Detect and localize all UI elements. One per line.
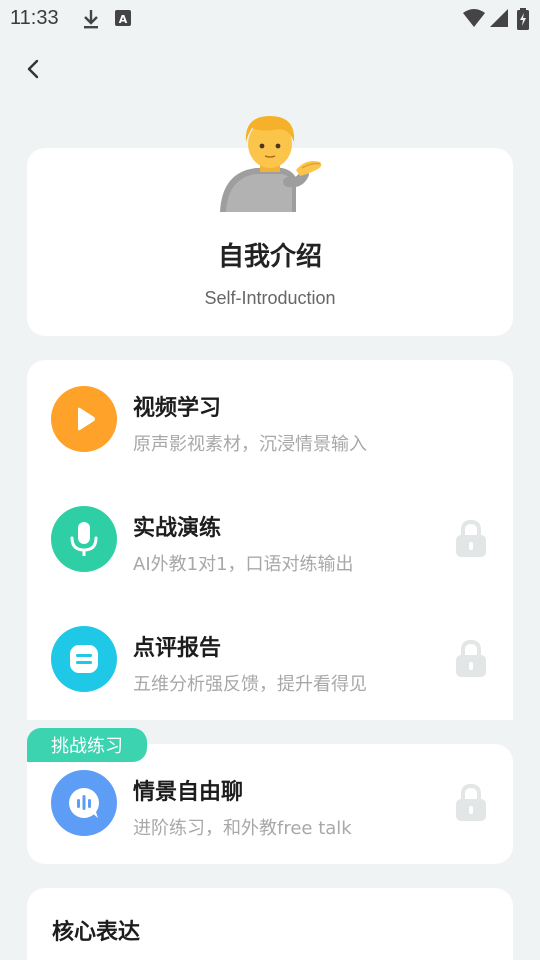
step-title: 情景自由聊 [133,780,244,805]
step-title: 实战演练 [133,516,222,541]
play-icon [78,407,95,431]
step-review-report[interactable]: 点评报告 五维分析强反馈，提升看得见 [27,614,513,704]
step-icon-circle [51,770,117,836]
core-expressions-title: 核心表达 [52,920,141,945]
lesson-title: 自我介绍 [217,242,322,272]
lock-icon [456,639,486,677]
battery-charging-icon [517,8,529,30]
step-description: 五维分析强反馈，提升看得见 [133,674,367,695]
step-icon-circle [51,626,117,692]
microphone-icon [70,522,98,556]
lesson-subtitle: Self-Introduction [204,288,336,308]
step-title: 点评报告 [133,636,222,661]
challenge-free-talk[interactable]: 情景自由聊 进阶练习，和外教free talk [27,758,513,848]
lock-icon [456,519,486,557]
keyboard-a-icon: A [115,10,131,26]
step-icon-circle [51,506,117,572]
person-tipping-hand-emoji [220,116,322,212]
chevron-left-icon [27,59,39,79]
back-button[interactable] [18,54,48,84]
step-description: 进阶练习，和外教free talk [133,818,352,839]
download-icon [84,10,98,29]
report-icon [70,645,98,673]
wifi-icon [463,9,485,27]
signal-icon [490,9,508,27]
step-practice[interactable]: 实战演练 AI外教1对1，口语对练输出 [27,494,513,584]
chat-bubble-icon [69,788,99,818]
challenge-tag: 挑战练习 [27,728,147,762]
status-bar: 11:33 A [0,0,540,36]
screen: 11:33 A 自我介绍 Self-Introduction 视频学习 原声影视… [0,0,540,960]
step-video-learning[interactable]: 视频学习 原声影视素材，沉浸情景输入 [27,374,513,464]
step-title: 视频学习 [133,396,222,421]
step-icon-circle [51,386,117,452]
svg-text:A: A [119,13,128,26]
status-time: 11:33 [10,7,59,29]
step-description: 原声影视素材，沉浸情景输入 [133,434,367,455]
lock-icon [456,783,486,821]
step-description: AI外教1对1，口语对练输出 [133,554,354,575]
